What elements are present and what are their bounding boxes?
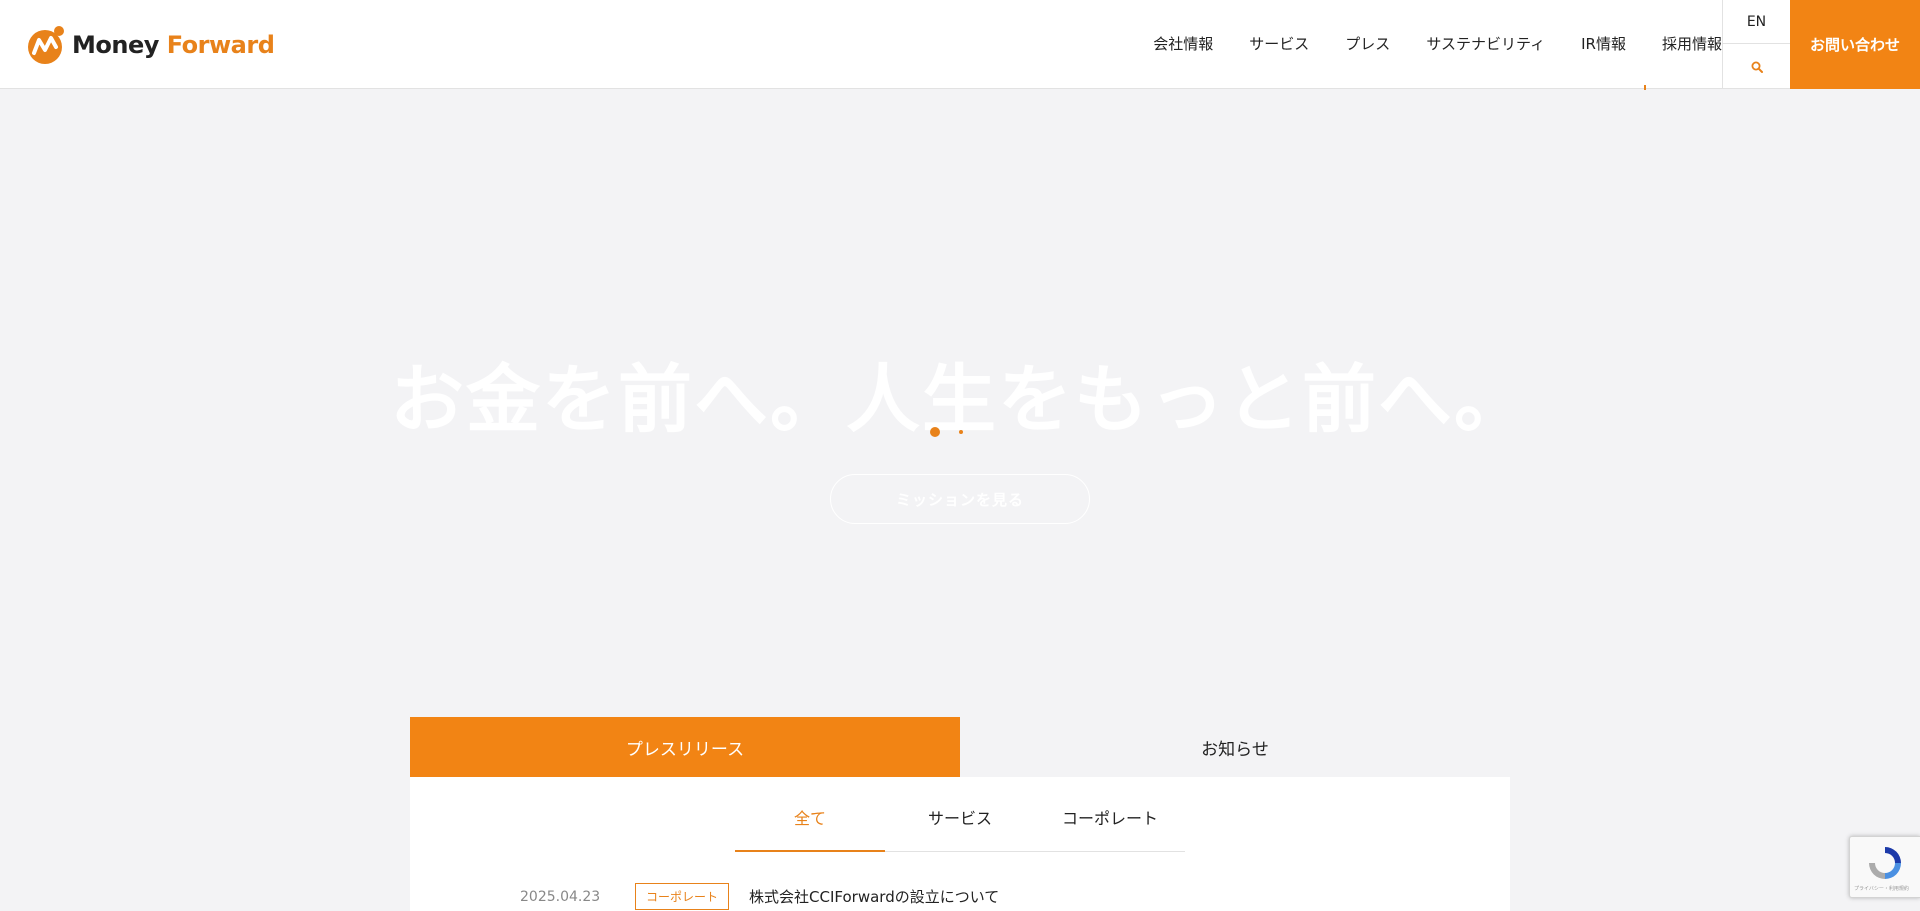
news-list-item[interactable]: 2025.04.23 コーポレート 株式会社CCIForwardの設立について bbox=[520, 883, 999, 910]
tab-press-release[interactable]: プレスリリース bbox=[410, 717, 960, 785]
nav-item-services[interactable]: サービス bbox=[1249, 0, 1309, 89]
logo-mark-icon bbox=[26, 25, 66, 65]
recaptcha-terms[interactable]: プライバシー・利用規約 bbox=[1854, 885, 1909, 892]
recaptcha-badge[interactable]: プライバシー・利用規約 bbox=[1849, 836, 1920, 898]
recaptcha-icon bbox=[1869, 847, 1901, 879]
news-date: 2025.04.23 bbox=[520, 888, 601, 905]
logo-word-forward: Forward bbox=[166, 31, 275, 59]
nav-item-sustainability[interactable]: サステナビリティ bbox=[1426, 0, 1545, 89]
mission-button[interactable]: ミッションを見る bbox=[830, 474, 1090, 524]
tab-notices[interactable]: お知らせ bbox=[960, 717, 1510, 777]
news-title[interactable]: 株式会社CCIForwardの設立について bbox=[749, 886, 999, 907]
news-category-badge: コーポレート bbox=[635, 883, 730, 910]
sub-tab-service[interactable]: サービス bbox=[885, 797, 1035, 851]
contact-button[interactable]: お問い合わせ bbox=[1790, 0, 1920, 89]
nav-item-press[interactable]: プレス bbox=[1345, 0, 1390, 89]
carousel-dot-active[interactable] bbox=[930, 427, 940, 437]
main-nav: 会社情報 サービス プレス サステナビリティ IR情報 採用情報 bbox=[1117, 0, 1722, 90]
sub-tab-corporate[interactable]: コーポレート bbox=[1035, 797, 1185, 851]
news-panel: 全て サービス コーポレート 2025.04.23 コーポレート 株式会社CCI… bbox=[410, 777, 1510, 911]
lang-search-box: EN bbox=[1722, 0, 1790, 89]
carousel-dots bbox=[930, 427, 963, 437]
nav-item-company[interactable]: 会社情報 bbox=[1153, 0, 1213, 89]
carousel-dot[interactable] bbox=[959, 430, 963, 434]
news-sub-tabs: 全て サービス コーポレート bbox=[735, 797, 1185, 852]
search-button[interactable] bbox=[1723, 44, 1790, 89]
money-forward-logo[interactable]: Money Forward bbox=[26, 25, 275, 65]
nav-item-ir[interactable]: IR情報 bbox=[1581, 0, 1626, 89]
sub-tab-all[interactable]: 全て bbox=[735, 797, 885, 852]
nav-item-recruit[interactable]: 採用情報 bbox=[1643, 0, 1722, 90]
search-icon bbox=[1751, 61, 1763, 73]
site-header: Money Forward 会社情報 サービス プレス サステナビリティ IR情… bbox=[0, 0, 1920, 90]
news-tabs: プレスリリース お知らせ bbox=[410, 717, 1510, 785]
logo-wordmark: Money Forward bbox=[72, 31, 275, 59]
language-switch-en[interactable]: EN bbox=[1723, 0, 1790, 44]
logo-word-money: Money bbox=[72, 31, 159, 59]
